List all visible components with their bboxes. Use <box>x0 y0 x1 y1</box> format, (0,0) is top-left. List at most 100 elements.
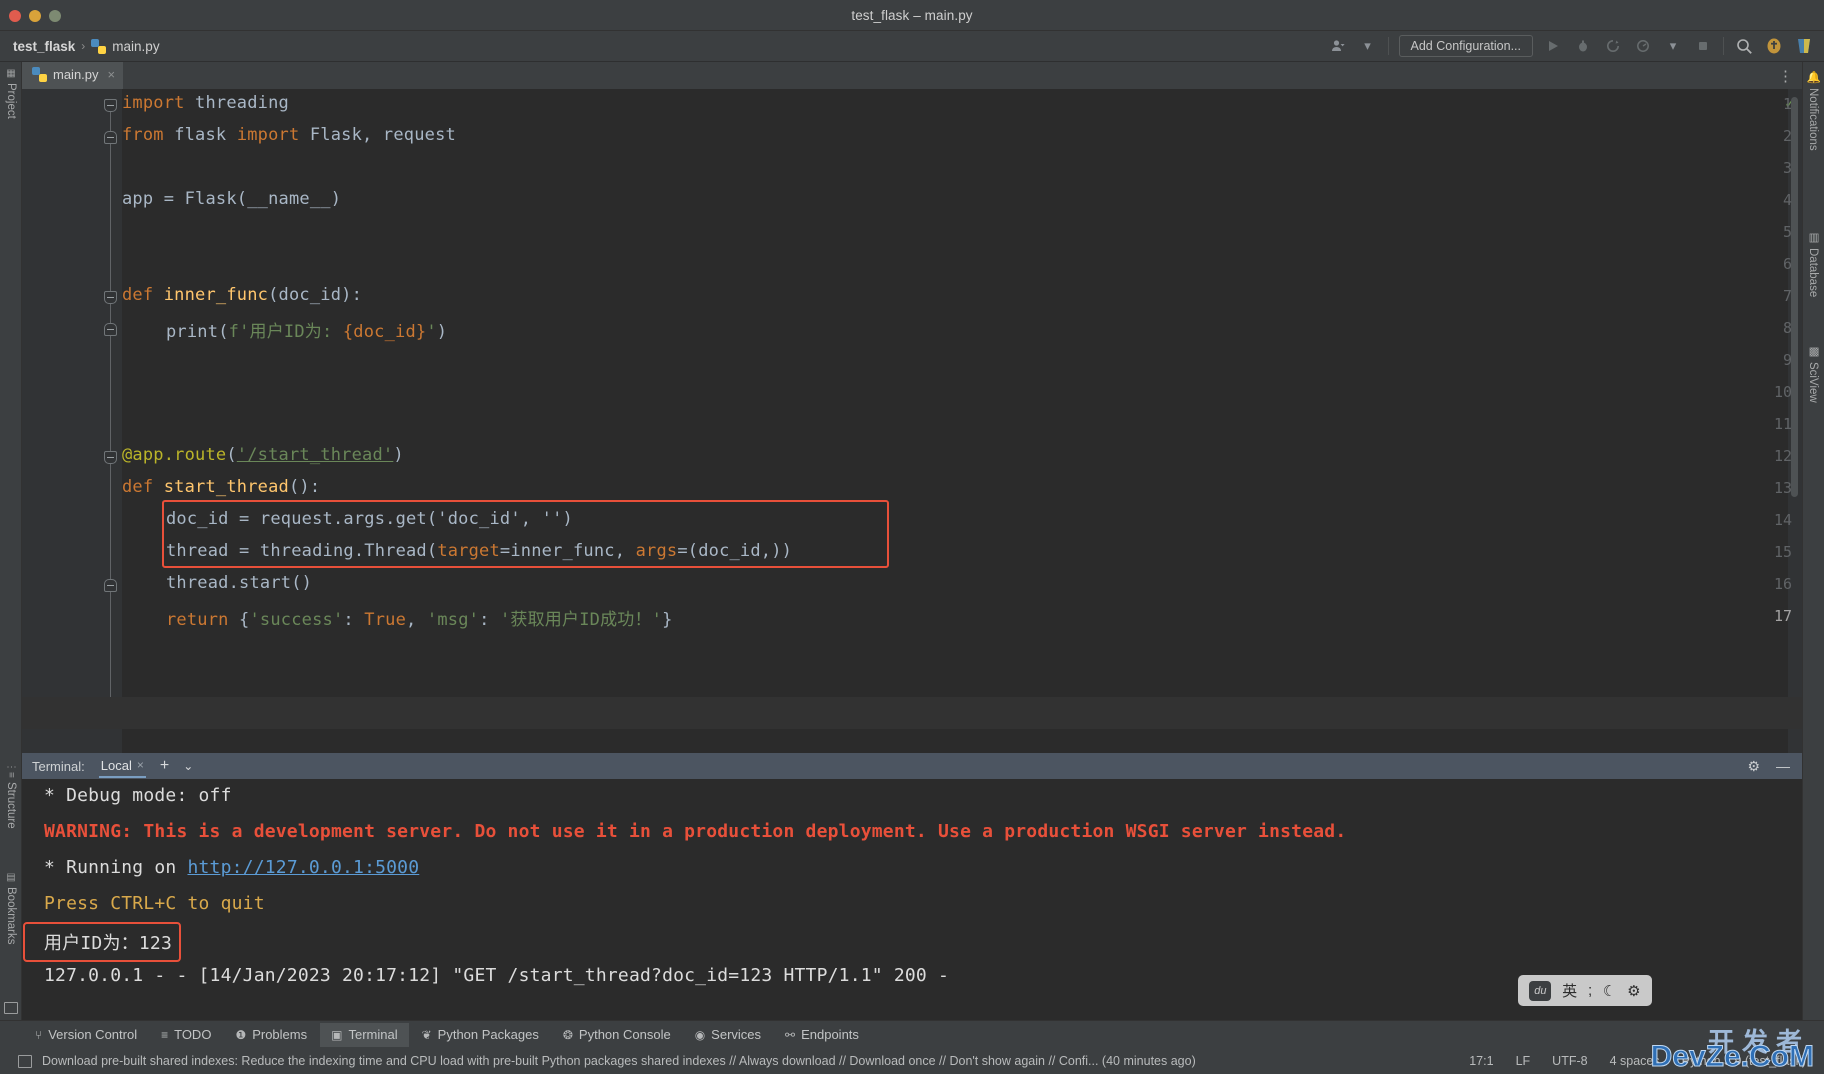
bottom-item-version-control[interactable]: ⑂ Version Control <box>24 1023 148 1047</box>
python-file-icon <box>91 38 107 54</box>
sidebar-item-project-label: Project <box>5 83 17 119</box>
token-decorator: @app.route <box>122 445 227 465</box>
close-icon[interactable]: × <box>108 67 116 82</box>
ime-moon-icon[interactable]: ☾ <box>1603 982 1616 1000</box>
code-text-area[interactable]: import threading from flask import Flask… <box>122 89 1802 753</box>
code-line-11[interactable]: @app.route('/start_thread') <box>122 445 404 465</box>
code-line-4[interactable]: app = Flask(__name__) <box>122 189 341 209</box>
search-icon[interactable] <box>1734 36 1754 56</box>
add-configuration-button[interactable]: Add Configuration... <box>1398 35 1533 57</box>
services-icon: ◉ <box>694 1027 706 1042</box>
left-tool-strip: ▦ Project ⋮≡ Structure ▤ Bookmarks <box>0 62 22 1020</box>
breadcrumb-file[interactable]: main.py <box>112 39 159 54</box>
chevron-down-icon[interactable]: ▾ <box>1663 36 1683 56</box>
editor-tab-main-py[interactable]: main.py × <box>22 62 124 89</box>
code-line-16[interactable]: return {'success': True, 'msg': '获取用户ID成… <box>166 605 673 630</box>
event-log-icon[interactable] <box>18 1054 32 1068</box>
terminal-line-running: * Running on http://127.0.0.1:5000 <box>44 857 419 878</box>
token-fstring-expr: {doc_id} <box>342 322 427 342</box>
sidebar-item-notifications-label: Notifications <box>1807 88 1819 151</box>
sidebar-item-notifications[interactable]: 🔔 Notifications <box>1802 70 1824 151</box>
sidebar-item-database[interactable]: ▥ Database <box>1802 230 1824 297</box>
line-separator[interactable]: LF <box>1516 1054 1531 1068</box>
token-line14-c: =(doc_id,)) <box>677 541 793 561</box>
run-icon[interactable] <box>1543 36 1563 56</box>
ime-language-mode[interactable]: 英 <box>1562 980 1577 1001</box>
code-line-12[interactable]: def start_thread(): <box>122 477 320 497</box>
gear-icon[interactable]: ⚙ <box>1747 758 1760 775</box>
fold-marker-icon[interactable] <box>104 451 117 464</box>
sidebar-item-structure-label: Structure <box>5 781 17 829</box>
tab-options-icon[interactable]: ⋮ <box>1778 67 1794 85</box>
chevron-down-icon[interactable]: ⌄ <box>183 759 193 773</box>
minimize-window-button[interactable] <box>29 10 41 22</box>
ime-engine-icon[interactable]: du <box>1529 980 1552 1001</box>
bottom-item-label: Problems <box>252 1027 308 1042</box>
editor-gutter[interactable] <box>22 89 100 753</box>
bottom-item-services[interactable]: ◉ Services <box>684 1023 772 1047</box>
bottom-item-problems[interactable]: ❶ Problems <box>224 1023 318 1047</box>
token-route-path: '/start_thread' <box>236 445 394 465</box>
caret-position[interactable]: 17:1 <box>1469 1054 1493 1068</box>
breadcrumb-project[interactable]: test_flask <box>13 39 75 54</box>
token-app-assign: app = Flask(__name__) <box>122 189 342 209</box>
status-message[interactable]: Download pre-built shared indexes: Reduc… <box>42 1054 1196 1068</box>
avatar-chevron-down-icon[interactable]: ▾ <box>1358 36 1378 56</box>
code-line-7[interactable]: def inner_func(doc_id): <box>122 285 362 305</box>
title-bar: test_flask – main.py <box>0 0 1824 31</box>
maximize-window-button[interactable] <box>49 10 61 22</box>
code-line-8[interactable]: print(f'用户ID为: {doc_id}') <box>166 317 447 342</box>
fold-marker-icon[interactable] <box>104 131 117 144</box>
fold-marker-icon[interactable] <box>104 291 117 304</box>
ime-settings-gear-icon[interactable]: ⚙ <box>1627 982 1640 1000</box>
breadcrumb[interactable]: test_flask › main.py <box>13 38 160 54</box>
code-editor[interactable]: ✓ 1 2 3 4 5 6 7 8 9 10 11 12 13 14 15 16… <box>22 89 1802 753</box>
code-line-15[interactable]: thread.start() <box>166 573 312 593</box>
bottom-item-label: TODO <box>174 1027 212 1042</box>
user-avatar-icon[interactable] <box>1328 36 1348 56</box>
run-with-coverage-icon[interactable] <box>1603 36 1623 56</box>
token-line13: doc_id = request.args.get('doc_id', '') <box>166 509 573 529</box>
sidebar-item-bookmarks[interactable]: ▤ Bookmarks <box>0 872 22 945</box>
code-line-13[interactable]: doc_id = request.args.get('doc_id', '') <box>166 509 573 529</box>
token-key-msg: 'msg' <box>426 610 480 630</box>
minimize-icon[interactable]: — <box>1776 758 1790 774</box>
file-encoding[interactable]: UTF-8 <box>1552 1054 1587 1068</box>
code-line-1[interactable]: import threading <box>122 93 289 113</box>
code-line-14[interactable]: thread = threading.Thread(target=inner_f… <box>166 541 792 561</box>
terminal-line-1: * Debug mode: off <box>44 785 232 806</box>
fold-marker-icon[interactable] <box>104 99 117 112</box>
bottom-item-todo[interactable]: ≡ TODO <box>150 1023 222 1047</box>
new-terminal-tab-button[interactable]: + <box>160 757 169 775</box>
debug-icon[interactable] <box>1573 36 1593 56</box>
hide-panels-icon[interactable] <box>4 1002 18 1014</box>
bottom-item-python-console[interactable]: ❂ Python Console <box>552 1023 682 1047</box>
ide-icon[interactable] <box>1794 36 1814 56</box>
sidebar-item-sciview[interactable]: ▩ SciView <box>1802 344 1824 403</box>
terminal-label: Terminal: <box>32 758 85 774</box>
close-icon[interactable]: × <box>137 758 144 772</box>
updates-icon[interactable] <box>1764 36 1784 56</box>
bottom-item-label: Version Control <box>48 1027 138 1042</box>
stop-icon[interactable] <box>1693 36 1713 56</box>
token-kwarg-args: args <box>635 541 678 561</box>
close-window-button[interactable] <box>9 10 21 22</box>
sidebar-item-project[interactable]: ▦ Project <box>0 68 22 119</box>
notifications-icon: 🔔 <box>1807 70 1819 85</box>
token-param-doc-id: doc_id <box>278 285 342 305</box>
ime-punctuation-mode[interactable]: ; <box>1588 982 1592 999</box>
terminal-tab-local[interactable]: Local × <box>98 754 146 778</box>
bottom-item-terminal[interactable]: ▣ Terminal <box>320 1022 409 1047</box>
sidebar-item-structure[interactable]: ⋮≡ Structure <box>0 762 22 829</box>
fold-marker-icon[interactable] <box>104 579 117 592</box>
code-line-2[interactable]: from flask import Flask, request <box>122 125 456 145</box>
ime-widget[interactable]: du 英 ; ☾ ⚙ <box>1518 975 1652 1006</box>
profile-icon[interactable] <box>1633 36 1653 56</box>
watermark-main: DevZe.CoM <box>1650 1040 1814 1074</box>
fold-marker-icon[interactable] <box>104 323 117 336</box>
editor-fold-column[interactable] <box>100 89 122 753</box>
window-controls[interactable] <box>9 10 61 22</box>
bottom-item-endpoints[interactable]: ⚯ Endpoints <box>774 1023 870 1047</box>
terminal-server-url-link[interactable]: http://127.0.0.1:5000 <box>187 857 419 878</box>
bottom-item-python-packages[interactable]: ❦ Python Packages <box>411 1023 550 1047</box>
